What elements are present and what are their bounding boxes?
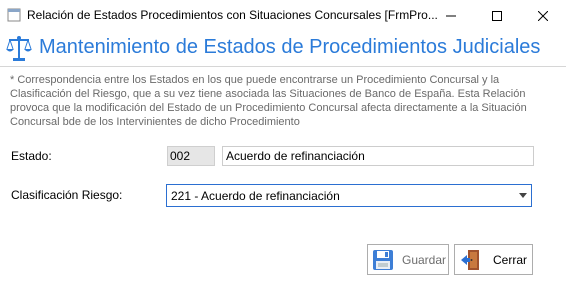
minimize-icon [446,15,456,16]
close-button-label: Cerrar [493,253,528,267]
window-title: Relación de Estados Procedimientos con S… [27,8,438,22]
estado-description-field[interactable]: Acuerdo de refinanciación [222,146,534,166]
close-window-button[interactable] [520,0,566,31]
chevron-down-icon[interactable] [519,193,527,198]
exit-door-icon [461,250,479,270]
header-divider [0,66,566,67]
estado-label: Estado: [11,149,52,163]
close-icon [538,10,548,21]
estado-code-field: 002 [167,146,215,166]
page-header: Mantenimiento de Estados de Procedimient… [0,33,566,67]
save-icon [373,250,393,270]
scales-icon [6,36,32,61]
title-bar[interactable]: Relación de Estados Procedimientos con S… [0,0,566,31]
clasificacion-selected-value: 221 - Acuerdo de refinanciación [171,189,340,203]
clasificacion-label: Clasificación Riesgo: [11,188,123,202]
clasificacion-riesgo-select[interactable]: 221 - Acuerdo de refinanciación [166,184,532,207]
maximize-icon [492,10,502,21]
app-icon [7,8,21,22]
maximize-button[interactable] [474,0,520,31]
page-title: Mantenimiento de Estados de Procedimient… [39,36,541,58]
close-button[interactable]: Cerrar [454,244,533,275]
minimize-button[interactable] [428,0,474,31]
info-note: * Correspondencia entre los Estados en l… [10,74,527,128]
save-button[interactable]: Guardar [367,244,449,275]
save-button-label: Guardar [402,253,447,267]
